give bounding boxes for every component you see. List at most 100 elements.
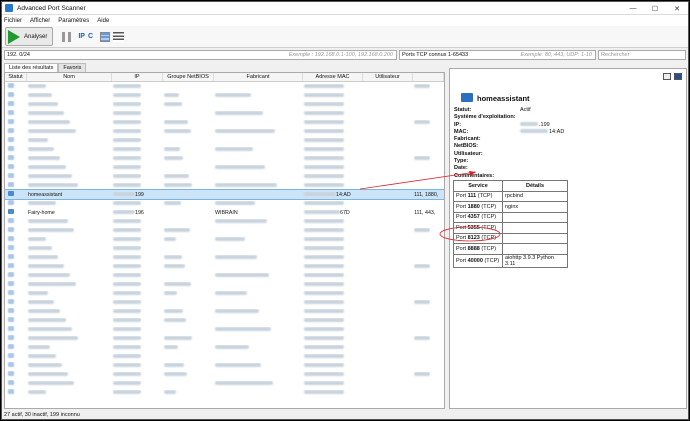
- port-service: Port 8888 (TCP): [453, 243, 503, 255]
- menu-fichier[interactable]: Fichier: [4, 18, 22, 24]
- table-row[interactable]: [5, 370, 444, 379]
- table-row[interactable]: [5, 298, 444, 307]
- host-icon: [8, 371, 14, 376]
- close-icon[interactable]: ✕: [666, 2, 688, 15]
- host-icon: [8, 317, 14, 322]
- host-icon: [8, 299, 14, 304]
- port-service: Port 40000 (TCP): [453, 253, 503, 268]
- ip-range-button[interactable]: IP: [78, 33, 85, 40]
- table-row[interactable]: [5, 199, 444, 208]
- table-row[interactable]: [5, 316, 444, 325]
- printer-icon[interactable]: [663, 73, 671, 80]
- menu-parametres[interactable]: Paramètres: [58, 18, 89, 24]
- host-icon: [8, 173, 14, 178]
- table-row[interactable]: [5, 226, 444, 235]
- table-row[interactable]: [5, 325, 444, 334]
- ip-range-input[interactable]: 192. 0/24 Exemple : 192.168.0.1-100, 192…: [4, 50, 397, 60]
- host-icon: [8, 218, 14, 223]
- col-ip[interactable]: IP: [112, 73, 163, 81]
- table-row[interactable]: ›: [5, 100, 444, 109]
- menu-aide[interactable]: Aide: [97, 18, 109, 24]
- table-row[interactable]: [5, 352, 444, 361]
- host-icon: [8, 290, 14, 295]
- row-name: Fairy-home: [28, 209, 55, 216]
- table-row[interactable]: [5, 127, 444, 136]
- col-netbios[interactable]: Groupe NetBIOS: [163, 73, 214, 81]
- table-row[interactable]: [5, 253, 444, 262]
- host-icon: [8, 272, 14, 277]
- port-service: Port 8123 (TCP): [453, 232, 503, 244]
- table-row[interactable]: [5, 136, 444, 145]
- host-icon: [8, 254, 14, 259]
- col-utilisateur[interactable]: Utilisateur: [363, 73, 413, 81]
- table-row[interactable]: ›: [5, 262, 444, 271]
- host-icon: [8, 191, 14, 196]
- tab-results[interactable]: Liste des résultats: [4, 63, 59, 72]
- table-row[interactable]: [5, 379, 444, 388]
- table-row[interactable]: [5, 163, 444, 172]
- table-row[interactable]: [5, 271, 444, 280]
- table-row[interactable]: [5, 172, 444, 181]
- port-detail: aiohttp 3.9.3 Python 3.11: [502, 253, 568, 268]
- minimize-icon[interactable]: —: [622, 2, 644, 15]
- field-type: Type:: [454, 158, 469, 165]
- table-row[interactable]: [5, 343, 444, 352]
- col-fabricant[interactable]: Fabricant: [214, 73, 303, 81]
- table-row[interactable]: homeassistant 199 14:AD 111, 1880,: [5, 189, 444, 200]
- menu-afficher[interactable]: Afficher: [30, 18, 50, 24]
- table-row[interactable]: [5, 307, 444, 316]
- table-row[interactable]: [5, 145, 444, 154]
- port-detail: [502, 222, 568, 234]
- col-statut[interactable]: Statut: [5, 73, 27, 81]
- host-icon: [8, 236, 14, 241]
- field-utilisateur: Utilisateur:: [454, 150, 483, 157]
- ip-range-example: Exemple : 192.168.0.1-100, 192.168.0.200: [288, 52, 393, 58]
- tab-favorites[interactable]: Favoris: [58, 63, 87, 72]
- host-icon: [8, 326, 14, 331]
- list-view-button[interactable]: [113, 31, 125, 42]
- details-panel: homeassistant Statut: Actif Système d'exp…: [449, 68, 687, 409]
- table-row[interactable]: [5, 109, 444, 118]
- table-row[interactable]: [5, 244, 444, 253]
- table-row[interactable]: [5, 118, 444, 127]
- expand-view-button[interactable]: [100, 31, 111, 42]
- table-row[interactable]: ›: [5, 181, 444, 190]
- subnet-c-button[interactable]: C: [88, 33, 93, 40]
- table-row[interactable]: [5, 361, 444, 370]
- host-icon: [8, 308, 14, 313]
- scan-button[interactable]: Analyser: [5, 27, 54, 46]
- port-service: Port 4357 (TCP): [453, 211, 503, 223]
- table-row[interactable]: [5, 217, 444, 226]
- details-info: Statut: Actif Système d'exploitation: IP:…: [454, 107, 564, 180]
- table-row[interactable]: › Fairy-home 196 WIBRAIN 67D 111, 443,: [5, 208, 444, 217]
- table-row[interactable]: [5, 280, 444, 289]
- table-row[interactable]: ›: [5, 154, 444, 163]
- field-statut: Statut: Actif: [454, 107, 531, 113]
- field-ip: IP: .199: [454, 121, 550, 128]
- play-icon: [8, 29, 20, 44]
- table-row[interactable]: [5, 334, 444, 343]
- row-name: homeassistant: [28, 191, 63, 198]
- host-icon: [8, 353, 14, 358]
- host-icon: [8, 362, 14, 367]
- table-row[interactable]: [5, 91, 444, 100]
- ip-range-value: 192. 0/24: [7, 52, 30, 58]
- pause-icon[interactable]: [62, 31, 72, 42]
- col-mac[interactable]: Adresse MAC: [303, 73, 363, 81]
- title-bar: Advanced Port Scanner — ☐ ✕: [2, 2, 688, 15]
- maximize-icon[interactable]: ☐: [644, 2, 666, 15]
- table-row[interactable]: [5, 289, 444, 298]
- ports-input[interactable]: Ports TCP connus 1-65433 Exemple: 80, 44…: [399, 50, 596, 60]
- scan-button-label: Analyser: [24, 33, 48, 40]
- search-input[interactable]: Rechercher: [598, 50, 686, 60]
- table-row[interactable]: [5, 388, 444, 397]
- details-title: homeassistant: [477, 94, 530, 103]
- col-nom[interactable]: Nom: [27, 73, 112, 81]
- host-icon: [8, 164, 14, 169]
- port-row: Port 4357 (TCP): [453, 211, 568, 223]
- save-icon[interactable]: [674, 73, 682, 80]
- table-row[interactable]: [5, 235, 444, 244]
- table-row[interactable]: [5, 82, 444, 91]
- port-detail: nginx: [502, 201, 568, 213]
- host-icon: [8, 263, 14, 268]
